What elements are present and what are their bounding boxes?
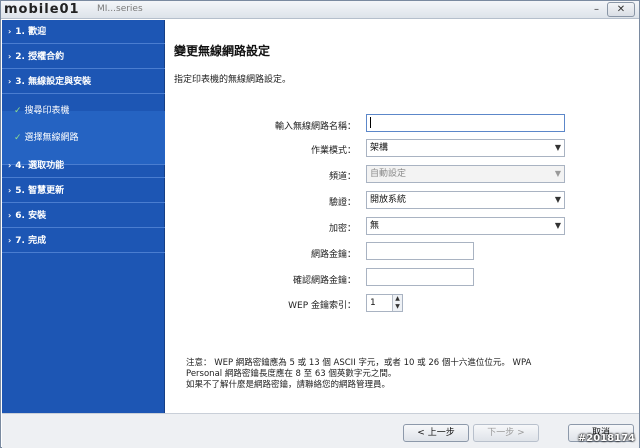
dropdown-arrow-icon: ▼: [554, 221, 561, 230]
step-label: 4. 選取功能: [15, 161, 65, 171]
step-smart-update: › 5. 智慧更新: [2, 179, 165, 203]
close-icon: ✕: [616, 4, 626, 15]
note-line: Personal 網路密鑰長度應在 8 至 63 個英數字元之間。: [186, 369, 397, 379]
minimize-button[interactable]: –: [588, 2, 605, 17]
watermark: #2018174: [577, 433, 635, 444]
auth-select[interactable]: 開放系統 ▼: [366, 191, 565, 209]
mode-select[interactable]: 架構 ▼: [366, 139, 565, 157]
chevron-right-icon: ›: [8, 236, 12, 245]
chevron-right-icon: ›: [8, 77, 12, 86]
page-subtitle: 指定印表機的無線網路設定。: [174, 75, 292, 85]
step-select-features: › 4. 選取功能: [2, 154, 165, 178]
check-icon: ✓: [14, 106, 22, 116]
step-welcome: › 1. 歡迎: [2, 20, 165, 44]
confirm-key-input[interactable]: [366, 268, 474, 286]
ssid-input[interactable]: [366, 114, 565, 132]
page-title: 變更無線網路設定: [174, 44, 271, 58]
button-bar: < 上一步 下一步 > 取消: [2, 413, 639, 448]
text-cursor: [370, 117, 371, 128]
chevron-right-icon: ›: [8, 52, 12, 61]
substep-label: 搜尋印表機: [24, 106, 70, 116]
wep-index-value: 1: [370, 298, 376, 308]
chevron-right-icon: ›: [8, 211, 12, 220]
channel-label: 頻道：: [328, 172, 356, 182]
substep-label: 選擇無線網路: [24, 133, 79, 143]
encryption-select[interactable]: 無 ▼: [366, 217, 565, 235]
step-finish: › 7. 完成: [2, 229, 165, 253]
dropdown-arrow-icon: ▼: [554, 195, 561, 204]
channel-value: 自動設定: [370, 169, 407, 179]
stepper-down-icon[interactable]: ▼: [393, 303, 402, 311]
stepper-up-icon[interactable]: ▲: [393, 295, 402, 303]
step-label: 5. 智慧更新: [15, 186, 65, 196]
site-logo: mobile01: [4, 2, 80, 17]
step-label: 1. 歡迎: [15, 27, 47, 37]
wep-index-stepper[interactable]: 1 ▲ ▼: [366, 294, 403, 312]
back-button[interactable]: < 上一步: [403, 424, 469, 442]
title-bar: mobile01 MI...series – ✕: [1, 1, 639, 19]
step-label: 3. 無線設定與安裝: [15, 77, 92, 87]
check-icon: ✓: [14, 133, 22, 143]
chevron-right-icon: ›: [8, 186, 12, 195]
minimize-icon: –: [594, 4, 599, 15]
ssid-label: 輸入無線網路名稱：: [274, 122, 356, 132]
close-button[interactable]: ✕: [607, 2, 635, 17]
substep-search-printer: ✓ 搜尋印表機: [2, 98, 165, 125]
next-button[interactable]: 下一步 >: [473, 424, 539, 442]
step-label: 2. 授權合約: [15, 52, 65, 62]
network-key-label: 網路金鑰：: [310, 250, 356, 260]
window-title: MI...series: [97, 4, 143, 14]
auth-value: 開放系統: [370, 195, 407, 205]
stepper-buttons[interactable]: ▲ ▼: [392, 295, 402, 311]
mode-label: 作業模式：: [310, 146, 356, 156]
chevron-right-icon: ›: [8, 27, 12, 36]
chevron-right-icon: ›: [8, 161, 12, 170]
step-wireless-setup: › 3. 無線設定與安裝: [2, 70, 165, 94]
step-label: 6. 安裝: [15, 211, 47, 221]
step-label: 7. 完成: [15, 236, 47, 246]
installer-window: mobile01 MI...series – ✕ › 1. 歡迎 › 2. 授權合約…: [0, 0, 640, 448]
mode-value: 架構: [370, 143, 389, 153]
encryption-value: 無: [370, 221, 380, 231]
key-note: 注意： WEP 網路密鑰應為 5 或 13 個 ASCII 字元，或者 10 或…: [186, 358, 626, 391]
note-line: 如果不了解什麼是網路密鑰，請聯絡您的網路管理員。: [186, 380, 391, 390]
step-license: › 2. 授權合約: [2, 45, 165, 69]
channel-select: 自動設定 ▼: [366, 165, 565, 183]
substep-select-network: ✓ 選擇無線網路: [2, 125, 165, 152]
auth-label: 驗證：: [328, 198, 356, 208]
wep-index-label: WEP 金鑰索引：: [288, 301, 356, 311]
encryption-label: 加密：: [328, 224, 356, 234]
note-line: 注意： WEP 網路密鑰應為 5 或 13 個 ASCII 字元，或者 10 或…: [186, 358, 532, 368]
step-install: › 6. 安裝: [2, 204, 165, 228]
wizard-steps-sidebar: › 1. 歡迎 › 2. 授權合約 › 3. 無線設定與安裝 ✓ 搜尋印表機 ✓ 選擇無線…: [2, 20, 165, 413]
settings-panel: 變更無線網路設定 指定印表機的無線網路設定。 輸入無線網路名稱： 作業模式： 架…: [166, 20, 639, 413]
dropdown-arrow-icon: ▼: [554, 143, 561, 152]
confirm-key-label: 確認網路金鑰：: [292, 276, 356, 286]
dropdown-arrow-icon: ▼: [554, 169, 561, 178]
network-key-input[interactable]: [366, 242, 474, 260]
